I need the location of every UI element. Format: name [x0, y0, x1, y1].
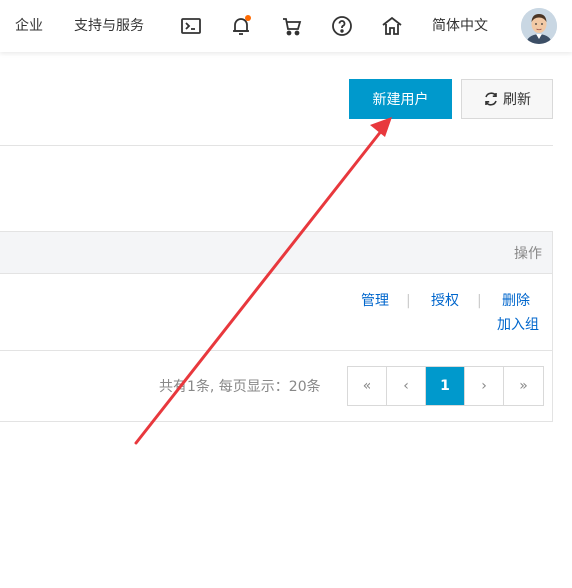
table-header: 操作 [0, 231, 553, 274]
help-icon[interactable] [330, 14, 354, 38]
section-divider [0, 145, 553, 146]
authorize-link[interactable]: 授权 [431, 291, 459, 311]
terminal-icon[interactable] [179, 14, 203, 38]
top-navigation-bar: 企业 支持与服务 简体中文 [0, 0, 572, 52]
refresh-icon [483, 91, 499, 107]
prev-page-button[interactable]: ‹ [387, 367, 426, 405]
refresh-button[interactable]: 刷新 [461, 79, 553, 119]
user-avatar[interactable] [521, 8, 557, 44]
column-header-operations: 操作 [514, 246, 542, 262]
delete-link[interactable]: 删除 [502, 291, 530, 311]
refresh-label: 刷新 [503, 92, 531, 108]
separator: | [477, 293, 482, 309]
table-row: 管理 | 授权 | 删除 加入组 [0, 274, 553, 351]
current-page-button[interactable]: 1 [426, 367, 465, 405]
manage-link[interactable]: 管理 [361, 291, 389, 311]
first-page-button[interactable]: « [348, 367, 387, 405]
nav-link-support[interactable]: 支持与服务 [74, 16, 144, 36]
language-selector[interactable]: 简体中文 [432, 16, 488, 36]
last-page-button[interactable]: » [504, 367, 543, 405]
new-user-button[interactable]: 新建用户 [349, 79, 452, 119]
pagination-controls: « ‹ 1 › » [347, 366, 544, 406]
next-page-button[interactable]: › [465, 367, 504, 405]
cart-icon[interactable] [280, 14, 304, 38]
add-to-group-link[interactable]: 加入组 [497, 315, 539, 335]
bell-icon[interactable] [229, 14, 253, 38]
notification-dot [245, 15, 251, 21]
pagination-bar: 共有1条, 每页显示：20条 « ‹ 1 › » [0, 351, 553, 422]
nav-link-enterprise[interactable]: 企业 [15, 16, 43, 36]
pagination-summary: 共有1条, 每页显示：20条 [159, 379, 321, 395]
home-icon[interactable] [380, 14, 404, 38]
separator: | [406, 293, 411, 309]
